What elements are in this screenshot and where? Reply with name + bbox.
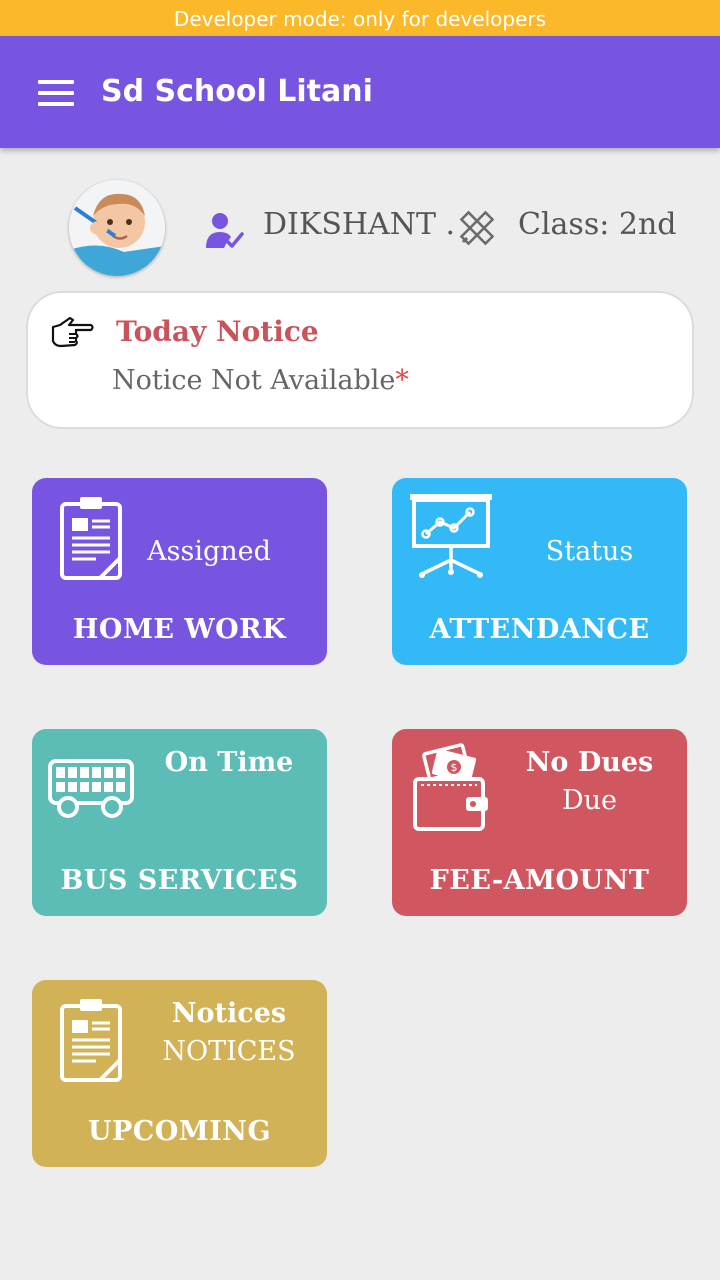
today-notice-card[interactable]: Today Notice Notice Not Available*: [26, 291, 694, 429]
fee-status: No Dues: [525, 747, 654, 778]
homework-tile[interactable]: Assigned HOME WORK: [32, 478, 327, 665]
wallet-icon: $: [413, 743, 488, 831]
bus-services-tile[interactable]: On Time BUS SERVICES: [32, 729, 327, 916]
homework-status: Assigned: [147, 536, 271, 567]
fee-caption: FEE-AMOUNT: [429, 865, 650, 896]
hamburger-menu-icon[interactable]: [36, 78, 76, 108]
pointing-hand-icon: [51, 316, 94, 348]
upcoming-caption: UPCOMING: [87, 1116, 272, 1147]
user-check-icon: [206, 213, 244, 248]
attendance-status: Status: [545, 536, 634, 567]
bus-icon: [48, 759, 134, 818]
clipboard-icon: [60, 999, 122, 1082]
upcoming-status: Notices: [171, 998, 287, 1029]
developer-mode-banner: Developer mode: only for developers: [0, 0, 720, 36]
student-avatar: [69, 180, 165, 276]
app-bar: Sd School Litani: [0, 36, 720, 148]
attendance-caption: ATTENDANCE: [429, 614, 650, 645]
presentation-chart-icon: [410, 494, 492, 578]
pencil-ruler-icon: [459, 210, 495, 246]
notice-title: Today Notice: [116, 315, 319, 348]
upcoming-notices-tile[interactable]: Notices NOTICES UPCOMING: [32, 980, 327, 1167]
upcoming-substatus: NOTICES: [162, 1036, 296, 1067]
clipboard-icon: [60, 497, 122, 580]
fee-substatus: Due: [561, 785, 617, 816]
homework-caption: HOME WORK: [72, 614, 287, 645]
bus-caption: BUS SERVICES: [60, 865, 299, 896]
fee-amount-tile[interactable]: $ No Dues Due FEE-AMOUNT: [392, 729, 687, 916]
student-class: Class: 2nd: [518, 207, 677, 242]
app-title: Sd School Litani: [101, 74, 373, 109]
attendance-tile[interactable]: Status ATTENDANCE: [392, 478, 687, 665]
svg-text:$: $: [451, 761, 458, 774]
required-asterisk: *: [395, 365, 409, 396]
notice-text: Notice Not Available*: [112, 365, 409, 396]
bus-status: On Time: [164, 747, 294, 778]
student-name: DIKSHANT .: [263, 207, 456, 242]
